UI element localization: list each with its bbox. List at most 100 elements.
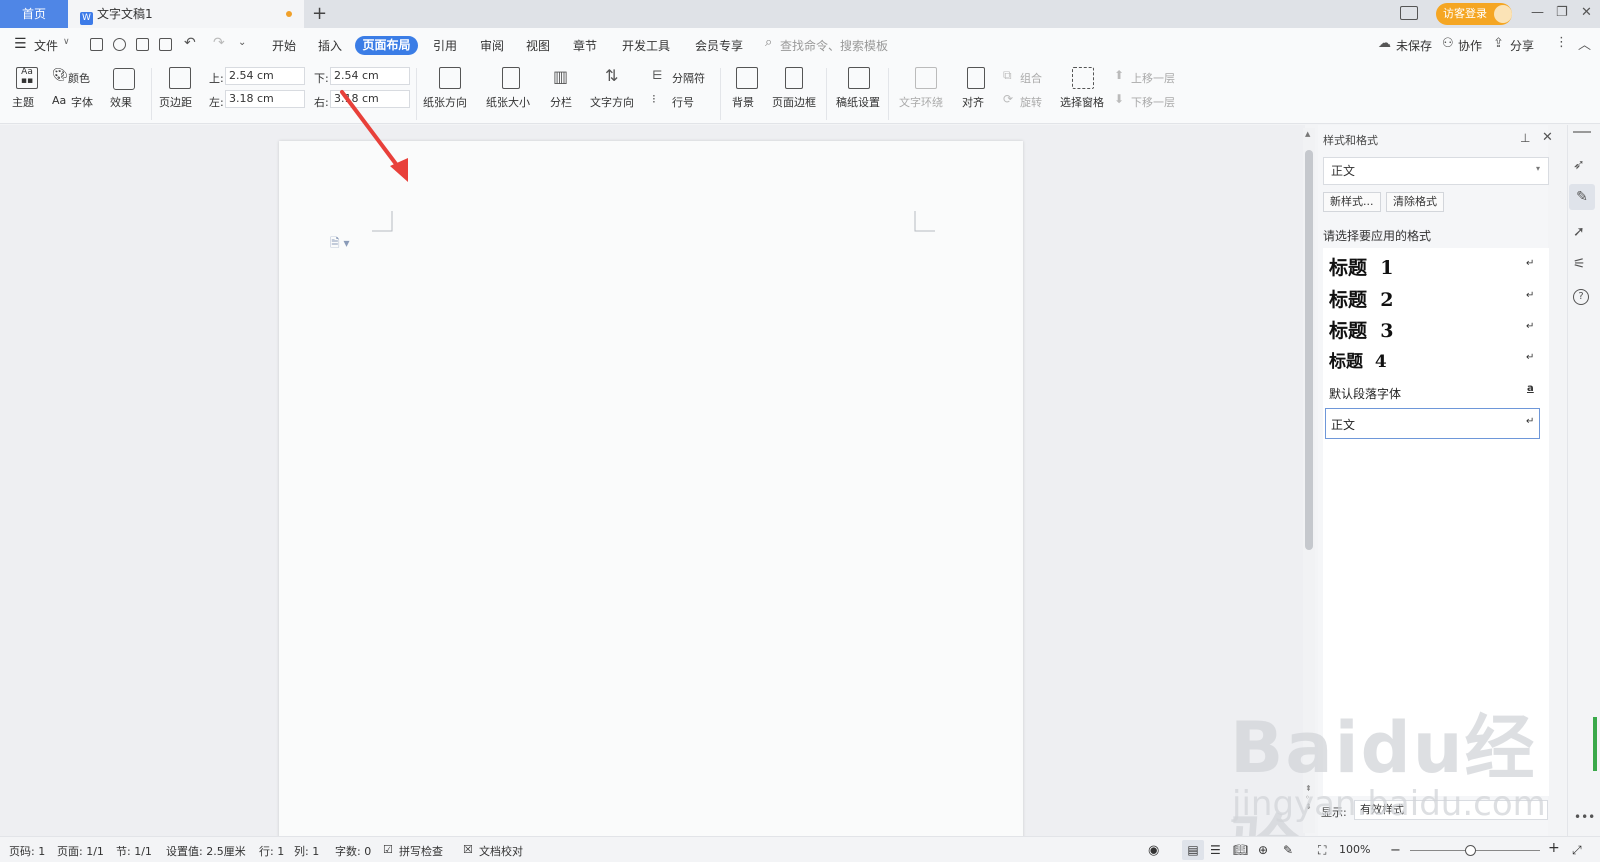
- undo-icon[interactable]: ↶: [184, 35, 196, 51]
- color-button[interactable]: 颜色: [68, 70, 90, 86]
- margin-bottom-field[interactable]: 2.54 cm: [330, 67, 410, 85]
- theme-icon[interactable]: Aa ▪▪: [16, 67, 38, 89]
- page-border-button[interactable]: 页面边框: [772, 94, 816, 110]
- current-style-select[interactable]: 正文: [1323, 157, 1549, 185]
- status-page-number[interactable]: 页码: 1: [9, 843, 45, 859]
- command-search[interactable]: 查找命令、搜索模板: [780, 37, 888, 54]
- style-heading-2[interactable]: 标题 2: [1329, 285, 1393, 312]
- font-button[interactable]: 字体: [71, 94, 93, 110]
- menu-review[interactable]: 审阅: [480, 37, 504, 54]
- zoom-out-icon[interactable]: −: [1390, 843, 1401, 858]
- hamburger-icon[interactable]: ☰: [14, 36, 27, 52]
- grid-paper-icon[interactable]: [848, 67, 870, 89]
- page-view-icon[interactable]: ▤: [1182, 840, 1204, 860]
- menu-insert[interactable]: 插入: [318, 37, 342, 54]
- spell-check-button[interactable]: 拼写检查: [399, 843, 443, 859]
- cursor-icon[interactable]: ➚: [1573, 224, 1591, 242]
- selection-pane-icon[interactable]: [1072, 67, 1094, 89]
- status-col[interactable]: 列: 1: [294, 843, 319, 859]
- orientation-icon[interactable]: [439, 67, 461, 89]
- new-tab-plus-icon[interactable]: +: [312, 3, 327, 24]
- align-button[interactable]: 对齐: [962, 94, 984, 110]
- style-body-selected[interactable]: [1325, 408, 1540, 439]
- separator-button[interactable]: 分隔符: [672, 70, 705, 86]
- background-button[interactable]: 背景: [732, 94, 754, 110]
- redo-icon[interactable]: ↷: [213, 35, 225, 51]
- status-word-count[interactable]: 字数: 0: [335, 843, 371, 859]
- scroll-up-icon[interactable]: ▲: [1305, 130, 1310, 138]
- close-window-icon[interactable]: ✕: [1581, 5, 1592, 20]
- orientation-button[interactable]: 纸张方向: [423, 94, 467, 110]
- document-page[interactable]: [279, 141, 1023, 841]
- effect-button[interactable]: 效果: [110, 94, 132, 110]
- line-number-button[interactable]: 行号: [672, 94, 694, 110]
- menu-developer[interactable]: 开发工具: [622, 37, 670, 54]
- tab-document[interactable]: W 文字文稿1: [68, 0, 304, 28]
- print-preview-icon[interactable]: [159, 38, 172, 51]
- write-mode-icon[interactable]: ✎: [1283, 843, 1293, 857]
- style-heading-3[interactable]: 标题 3: [1329, 316, 1393, 343]
- panel-title[interactable]: 样式和格式: [1323, 132, 1378, 148]
- avatar[interactable]: [1494, 5, 1512, 23]
- menu-view[interactable]: 视图: [526, 37, 550, 54]
- rocket-icon[interactable]: ➶: [1573, 157, 1591, 175]
- text-direction-button[interactable]: 文字方向: [590, 94, 634, 110]
- paper-size-button[interactable]: 纸张大小: [486, 94, 530, 110]
- menu-page-layout[interactable]: 页面布局: [355, 36, 418, 55]
- status-pages[interactable]: 页面: 1/1: [57, 843, 104, 859]
- menu-chapter[interactable]: 章节: [573, 37, 597, 54]
- margin-top-field[interactable]: 2.54 cm: [225, 67, 305, 85]
- format-painter-icon[interactable]: [113, 38, 126, 51]
- zoom-slider-knob[interactable]: [1465, 845, 1476, 856]
- web-view-icon[interactable]: ⊕: [1258, 843, 1268, 857]
- paragraph-layout-icon[interactable]: 🗎︎ ▾: [330, 234, 350, 255]
- theme-button[interactable]: 主题: [12, 94, 34, 110]
- menu-references[interactable]: 引用: [433, 37, 457, 54]
- clear-format-button[interactable]: 清除格式: [1386, 192, 1444, 212]
- share-button[interactable]: 分享: [1510, 37, 1534, 54]
- effect-icon[interactable]: [113, 68, 135, 90]
- strip-handle-icon[interactable]: [1573, 131, 1591, 133]
- chevron-down-icon[interactable]: ∨: [63, 37, 70, 47]
- workspace-icon[interactable]: [1400, 6, 1418, 20]
- style-heading-1[interactable]: 标题 1: [1329, 253, 1393, 280]
- outline-view-icon[interactable]: ☰: [1210, 843, 1221, 857]
- status-setting[interactable]: 设置值: 2.5厘米: [166, 843, 246, 859]
- scrollbar-thumb[interactable]: [1305, 150, 1313, 550]
- proofread-button[interactable]: 文档校对: [479, 843, 523, 859]
- minimize-icon[interactable]: —: [1531, 5, 1544, 20]
- fit-page-icon[interactable]: ⛶: [1318, 843, 1326, 858]
- collab-button[interactable]: 协作: [1458, 37, 1482, 54]
- tab-home[interactable]: 首页: [0, 0, 68, 28]
- align-icon[interactable]: [967, 67, 985, 89]
- eye-protection-icon[interactable]: ◉: [1148, 843, 1159, 858]
- pin-icon[interactable]: ⊥: [1520, 131, 1530, 145]
- columns-button[interactable]: 分栏: [550, 94, 572, 110]
- unsaved-button[interactable]: 未保存: [1396, 37, 1432, 54]
- selection-pane-button[interactable]: 选择窗格: [1060, 94, 1104, 110]
- margins-icon[interactable]: [169, 67, 191, 89]
- status-section[interactable]: 节: 1/1: [116, 843, 152, 859]
- margin-left-field[interactable]: 3.18 cm: [225, 90, 305, 108]
- collapse-ribbon-icon[interactable]: ︿: [1578, 34, 1591, 53]
- menu-file[interactable]: 文件: [34, 37, 58, 54]
- fullscreen-icon[interactable]: ⤢: [1572, 843, 1582, 858]
- panel-close-icon[interactable]: ✕: [1542, 130, 1553, 145]
- settings-sliders-icon[interactable]: ⚟: [1573, 256, 1591, 274]
- help-icon[interactable]: ?: [1573, 289, 1589, 305]
- paper-size-icon[interactable]: [502, 67, 520, 89]
- customize-quick-access-icon[interactable]: ⌄: [238, 37, 246, 48]
- columns-icon[interactable]: ▥: [553, 67, 568, 86]
- text-direction-icon[interactable]: ⇅: [605, 66, 618, 85]
- save-icon[interactable]: [90, 38, 103, 51]
- zoom-in-icon[interactable]: +: [1548, 840, 1560, 856]
- new-style-button[interactable]: 新样式...: [1323, 192, 1381, 212]
- status-row[interactable]: 行: 1: [259, 843, 284, 859]
- more-vertical-icon[interactable]: ⋮: [1555, 35, 1568, 50]
- background-icon[interactable]: [736, 67, 758, 89]
- page-border-icon[interactable]: [785, 67, 803, 89]
- menu-start[interactable]: 开始: [272, 37, 296, 54]
- style-default-font[interactable]: 默认段落字体: [1329, 385, 1401, 402]
- print-icon[interactable]: [136, 38, 149, 51]
- zoom-level[interactable]: 100%: [1339, 843, 1370, 856]
